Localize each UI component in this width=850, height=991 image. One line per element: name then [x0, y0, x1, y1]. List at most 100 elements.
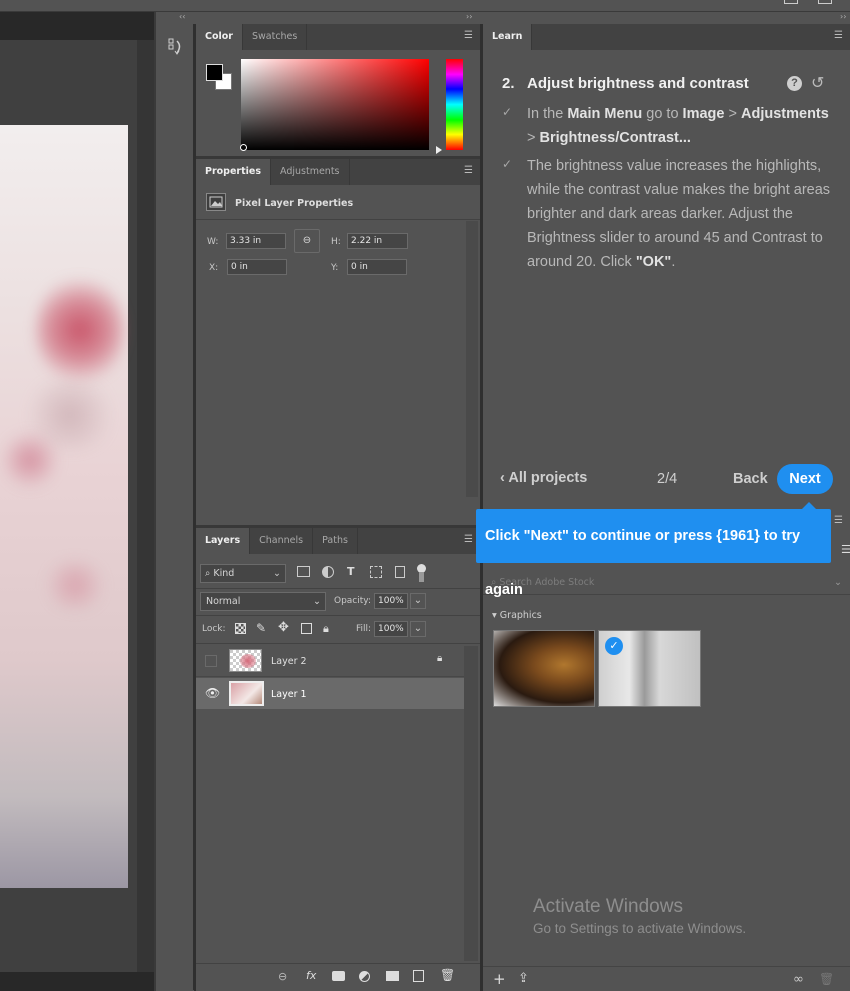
- eye-icon[interactable]: 👁︎: [205, 686, 220, 700]
- collapse-middle-icon[interactable]: ››: [466, 12, 472, 21]
- layers-scrollbar[interactable]: [464, 646, 478, 961]
- new-layer-icon[interactable]: [413, 970, 424, 982]
- delete-icon[interactable]: 🗑︎: [819, 972, 834, 986]
- top-right-icon-3[interactable]: [818, 0, 832, 4]
- visibility-toggle[interactable]: [205, 655, 217, 667]
- tab-paths[interactable]: Paths: [313, 528, 358, 554]
- help-icon[interactable]: ?: [787, 76, 802, 91]
- tab-channels[interactable]: Channels: [250, 528, 314, 554]
- opacity-label: Opacity:: [334, 596, 371, 606]
- color-picker-field[interactable]: [241, 59, 429, 150]
- image-flower-detail: [0, 430, 60, 490]
- tab-properties[interactable]: Properties: [196, 159, 271, 185]
- width-field[interactable]: 3.33 in: [226, 233, 286, 249]
- tab-color[interactable]: Color: [196, 24, 243, 50]
- y-field[interactable]: 0 in: [347, 259, 407, 275]
- delete-layer-icon[interactable]: 🗑︎: [440, 968, 455, 982]
- filter-smart-object-icon[interactable]: [395, 566, 405, 578]
- properties-title: Pixel Layer Properties: [235, 198, 354, 209]
- graphic-thumbnail-lions[interactable]: [493, 630, 595, 707]
- properties-scrollbar[interactable]: [466, 221, 478, 497]
- lock-brush-icon[interactable]: ✎: [256, 621, 266, 635]
- next-tooltip: Click "Next" to continue or press {1961}…: [476, 502, 831, 598]
- foreground-color-swatch[interactable]: [206, 64, 223, 81]
- graphic-thumbnail-interior[interactable]: ✓: [598, 630, 701, 707]
- hue-slider[interactable]: [446, 59, 463, 150]
- filter-type-icon[interactable]: T: [347, 565, 355, 578]
- link-icon[interactable]: ⊖: [294, 229, 320, 253]
- layer-row-selected[interactable]: 👁︎ Layer 1: [196, 678, 464, 709]
- add-mask-icon[interactable]: [332, 971, 345, 981]
- layer-row[interactable]: Layer 2 🔒︎: [196, 646, 464, 677]
- canvas-scrollbar[interactable]: [137, 40, 154, 972]
- filter-shape-icon[interactable]: [370, 566, 382, 578]
- tab-learn[interactable]: Learn: [483, 24, 533, 50]
- back-button[interactable]: Back: [733, 471, 768, 487]
- instruction-text: go to: [642, 106, 683, 122]
- document-image[interactable]: [0, 125, 128, 888]
- stock-search-input[interactable]: ⌕ Search Adobe Stock ⌄: [483, 570, 850, 595]
- properties-header: Pixel Layer Properties: [196, 185, 480, 220]
- properties-panel: Properties Adjustments ☰ Pixel Layer Pro…: [196, 159, 480, 525]
- layer-name[interactable]: Layer 2: [271, 656, 307, 667]
- lock-icon: 🔒︎: [437, 653, 443, 664]
- tab-swatches[interactable]: Swatches: [243, 24, 308, 50]
- reset-icon[interactable]: ↺: [811, 73, 824, 93]
- add-icon[interactable]: +: [493, 970, 506, 988]
- list-view-icon[interactable]: ☰: [841, 543, 850, 556]
- tab-adjustments[interactable]: Adjustments: [271, 159, 350, 185]
- tab-layers[interactable]: Layers: [196, 528, 251, 554]
- layers-panel: Layers Channels Paths ☰ ⌕ Kind ⌄ T Norma…: [196, 528, 480, 991]
- lock-label: Lock:: [202, 624, 226, 634]
- creative-cloud-icon[interactable]: ∞: [793, 972, 804, 987]
- panel-menu-icon[interactable]: ☰: [464, 534, 474, 546]
- color-picker-handle[interactable]: [240, 144, 247, 151]
- opacity-dropdown-icon[interactable]: ⌄: [410, 593, 426, 609]
- lock-move-icon[interactable]: ✥: [278, 620, 289, 635]
- layer-thumbnail-content: [240, 654, 256, 668]
- lock-all-icon[interactable]: 🔒︎: [323, 622, 329, 636]
- panel-menu-icon[interactable]: ☰: [464, 30, 474, 42]
- step-title: Adjust brightness and contrast: [527, 75, 749, 92]
- fill-field[interactable]: 100%: [374, 621, 408, 637]
- x-field[interactable]: 0 in: [227, 259, 287, 275]
- layer-filter-select[interactable]: ⌕ Kind ⌄: [200, 564, 286, 583]
- top-right-icon-2[interactable]: [784, 0, 798, 4]
- group-folder-icon[interactable]: [386, 971, 399, 981]
- layers-panel-tabs: Layers Channels Paths: [196, 528, 480, 554]
- top-right-icon-1[interactable]: ⌃: [753, 0, 761, 6]
- lock-transparent-icon[interactable]: [235, 623, 246, 634]
- learn-panel: Learn ☰ 2. Adjust brightness and contras…: [483, 24, 850, 506]
- properties-panel-tabs: Properties Adjustments: [196, 159, 480, 185]
- learn-panel-tabs: Learn: [483, 24, 850, 50]
- instruction-text: In the: [527, 106, 568, 122]
- layer-name[interactable]: Layer 1: [271, 689, 307, 700]
- blend-mode-select[interactable]: Normal ⌄: [200, 592, 326, 611]
- height-field[interactable]: 2.22 in: [347, 233, 408, 249]
- image-flower-detail: [35, 275, 125, 385]
- collapse-left-icon[interactable]: ‹‹: [179, 12, 185, 21]
- next-button[interactable]: Next: [777, 464, 833, 494]
- icon-strip: [156, 24, 194, 990]
- lock-artboard-icon[interactable]: [301, 623, 312, 634]
- opacity-field[interactable]: 100%: [374, 593, 408, 609]
- panel-menu-icon[interactable]: ☰: [834, 30, 844, 42]
- check-icon: ✓: [502, 157, 513, 171]
- upload-icon[interactable]: ⇪: [518, 971, 529, 986]
- history-icon[interactable]: [168, 38, 184, 56]
- panel-menu-icon[interactable]: ☰: [834, 515, 844, 527]
- adjustment-layer-icon[interactable]: [359, 971, 370, 982]
- link-layers-icon[interactable]: ⊖: [278, 970, 287, 983]
- height-label: H:: [331, 237, 341, 247]
- panel-menu-icon[interactable]: ☰: [464, 165, 474, 177]
- instruction-text: .: [671, 254, 676, 270]
- fill-dropdown-icon[interactable]: ⌄: [410, 621, 426, 637]
- chevron-down-icon[interactable]: ⌄: [834, 570, 842, 595]
- fx-icon[interactable]: fx: [306, 969, 316, 982]
- collapse-right-icon[interactable]: ››: [840, 12, 846, 21]
- hue-slider-handle[interactable]: [436, 146, 442, 154]
- filter-adjustment-icon[interactable]: [322, 566, 334, 578]
- all-projects-link[interactable]: ‹ All projects: [500, 470, 587, 486]
- divider: [196, 588, 480, 589]
- filter-pixel-icon[interactable]: [297, 566, 310, 577]
